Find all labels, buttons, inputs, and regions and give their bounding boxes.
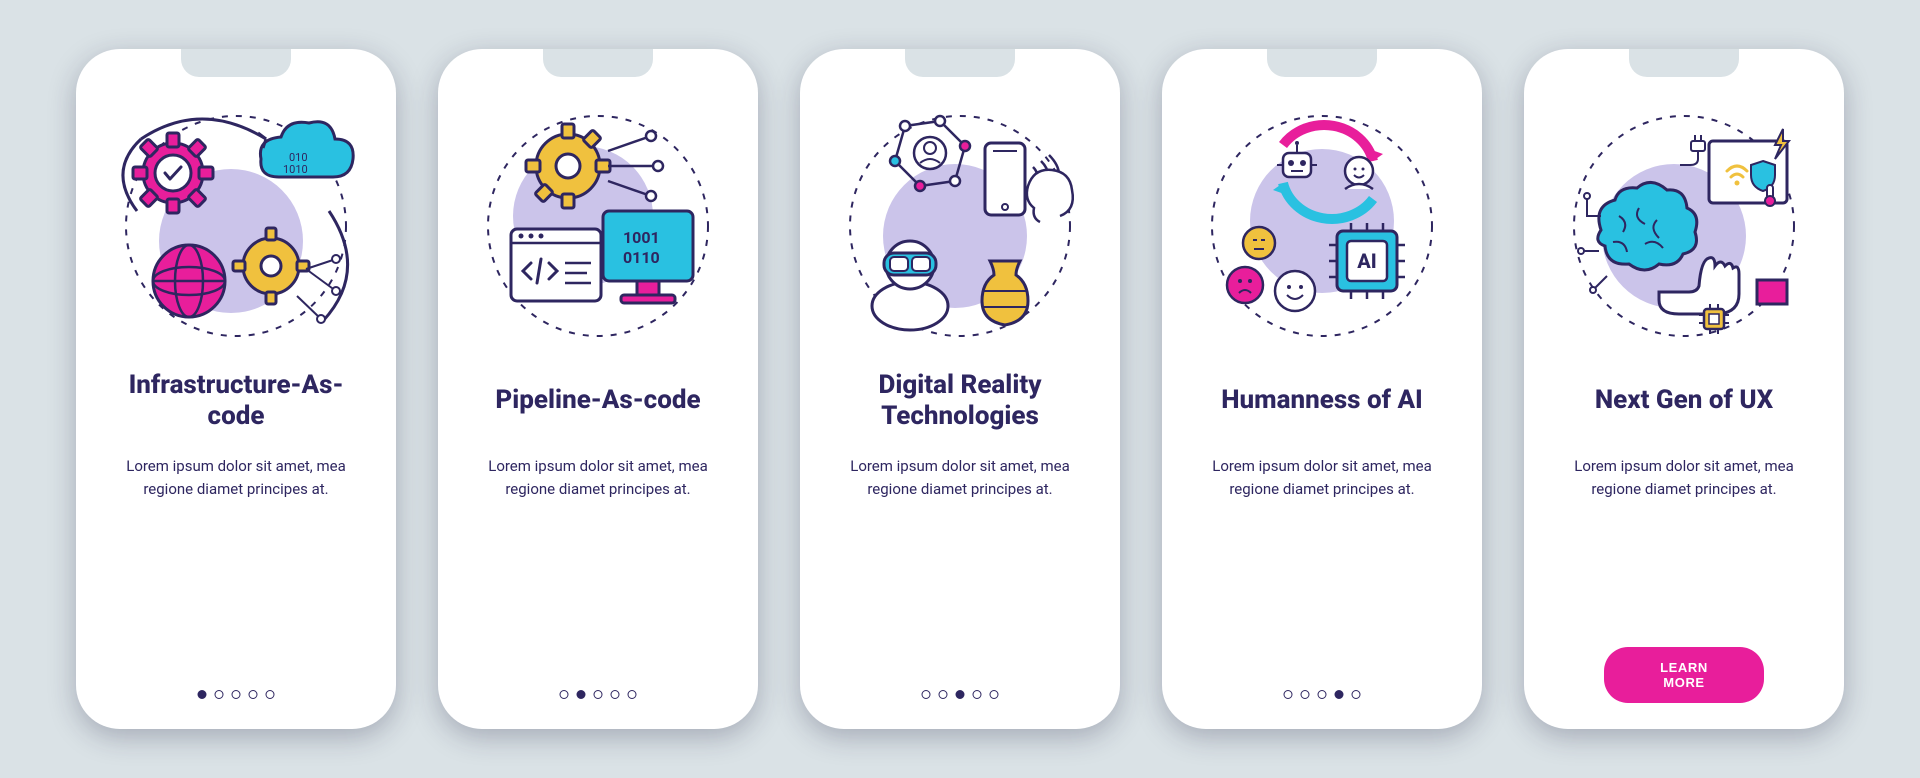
- illustration-infra: 010 1010: [111, 101, 361, 351]
- card-title: Next Gen of UX: [1595, 369, 1773, 433]
- onboarding-card-pipeline: 1001 0110 Pipeline-As-code Lorem ipsum d…: [438, 49, 758, 729]
- svg-text:1010: 1010: [283, 163, 308, 176]
- card-description: Lorem ipsum dolor sit amet, mea regione …: [1190, 455, 1454, 502]
- card-title: Infrastructure-As-code: [104, 369, 368, 433]
- dot-4[interactable]: [1352, 690, 1361, 699]
- onboarding-card-infra: 010 1010: [76, 49, 396, 729]
- pagination-dots: [198, 690, 275, 699]
- card-title: Pipeline-As-code: [495, 369, 700, 433]
- pagination-dots: [922, 690, 999, 699]
- dot-3[interactable]: [973, 690, 982, 699]
- phone-notch: [181, 49, 291, 77]
- dot-3[interactable]: [249, 690, 258, 699]
- dot-0[interactable]: [1284, 690, 1293, 699]
- card-description: Lorem ipsum dolor sit amet, mea regione …: [466, 455, 730, 502]
- illustration-digital-reality: [835, 101, 1085, 351]
- pagination-dots: [1284, 690, 1361, 699]
- dot-4[interactable]: [990, 690, 999, 699]
- illustration-next-gen-ux: [1559, 101, 1809, 351]
- dot-2[interactable]: [956, 690, 965, 699]
- svg-text:AI: AI: [1357, 249, 1376, 273]
- onboarding-card-next-gen-ux: Next Gen of UX Lorem ipsum dolor sit ame…: [1524, 49, 1844, 729]
- phone-notch: [543, 49, 653, 77]
- card-description: Lorem ipsum dolor sit amet, mea regione …: [828, 455, 1092, 502]
- card-title: Digital Reality Technologies: [828, 369, 1092, 433]
- dot-2[interactable]: [1318, 690, 1327, 699]
- onboarding-card-digital-reality: Digital Reality Technologies Lorem ipsum…: [800, 49, 1120, 729]
- onboarding-card-humanness-ai: AI Humanness of AI Lorem ipsum dolor sit…: [1162, 49, 1482, 729]
- dot-4[interactable]: [628, 690, 637, 699]
- dot-1[interactable]: [577, 690, 586, 699]
- dot-1[interactable]: [215, 690, 224, 699]
- dot-3[interactable]: [611, 690, 620, 699]
- svg-text:0110: 0110: [623, 248, 660, 267]
- phone-notch: [905, 49, 1015, 77]
- dot-1[interactable]: [1301, 690, 1310, 699]
- phone-notch: [1629, 49, 1739, 77]
- illustration-humanness-ai: AI: [1197, 101, 1447, 351]
- dot-2[interactable]: [232, 690, 241, 699]
- svg-text:1001: 1001: [623, 228, 660, 247]
- illustration-pipeline: 1001 0110: [473, 101, 723, 351]
- pagination-dots: [560, 690, 637, 699]
- learn-more-button[interactable]: LEARN MORE: [1604, 647, 1764, 703]
- dot-0[interactable]: [922, 690, 931, 699]
- dot-3[interactable]: [1335, 690, 1344, 699]
- dot-0[interactable]: [198, 690, 207, 699]
- dot-1[interactable]: [939, 690, 948, 699]
- dot-0[interactable]: [560, 690, 569, 699]
- card-title: Humanness of AI: [1221, 369, 1423, 433]
- dot-2[interactable]: [594, 690, 603, 699]
- card-description: Lorem ipsum dolor sit amet, mea regione …: [104, 455, 368, 502]
- dot-4[interactable]: [266, 690, 275, 699]
- card-description: Lorem ipsum dolor sit amet, mea regione …: [1552, 455, 1816, 502]
- phone-notch: [1267, 49, 1377, 77]
